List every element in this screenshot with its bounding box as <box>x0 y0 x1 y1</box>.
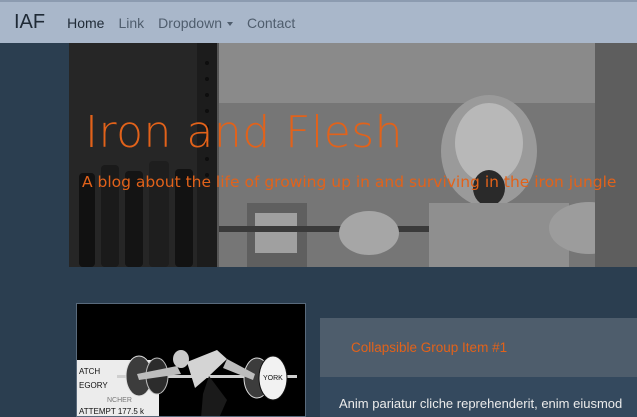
site-title: Iron and Flesh <box>85 107 404 158</box>
nav-home-label: Home <box>67 14 105 31</box>
nav-dropdown[interactable]: Dropdown <box>158 15 233 31</box>
nav-contact[interactable]: Contact <box>247 15 295 31</box>
accordion-panel: Collapsible Group Item #1 Anim pariatur … <box>320 318 637 417</box>
accordion-item-body: Anim pariatur cliche reprehenderit, enim… <box>339 396 623 411</box>
nav-home[interactable]: Home <box>67 15 104 31</box>
nav-contact-label: Contact <box>247 14 296 31</box>
scoreboard-line-4: ATTEMPT 177.5 k <box>79 407 145 416</box>
hero-banner: Iron and Flesh A blog about the life of … <box>69 43 637 267</box>
scoreboard-line-3: NCHER <box>107 397 132 404</box>
nav-link[interactable]: Link <box>118 15 144 31</box>
accordion-item-title[interactable]: Collapsible Group Item #1 <box>351 340 507 355</box>
scoreboard-line-1: ATCH <box>79 367 100 376</box>
top-navbar: IAF Home Link Dropdown Contact <box>0 0 637 43</box>
weightlifter-photo: ATCH EGORY NCHER ATTEMPT 177.5 k YORK <box>77 350 297 416</box>
post-thumbnail[interactable]: ATCH EGORY NCHER ATTEMPT 177.5 k YORK <box>76 303 306 417</box>
navbar-brand[interactable]: IAF <box>14 11 45 34</box>
nav-link-label: Link <box>118 14 145 31</box>
nav-dropdown-label: Dropdown <box>158 14 222 31</box>
accordion-item-header[interactable]: Collapsible Group Item #1 <box>320 318 637 377</box>
scoreboard-line-2: EGORY <box>79 381 108 390</box>
caret-down-icon <box>227 21 233 26</box>
plate-label: YORK <box>263 375 283 382</box>
site-subtitle: A blog about the life of growing up in a… <box>82 173 617 191</box>
